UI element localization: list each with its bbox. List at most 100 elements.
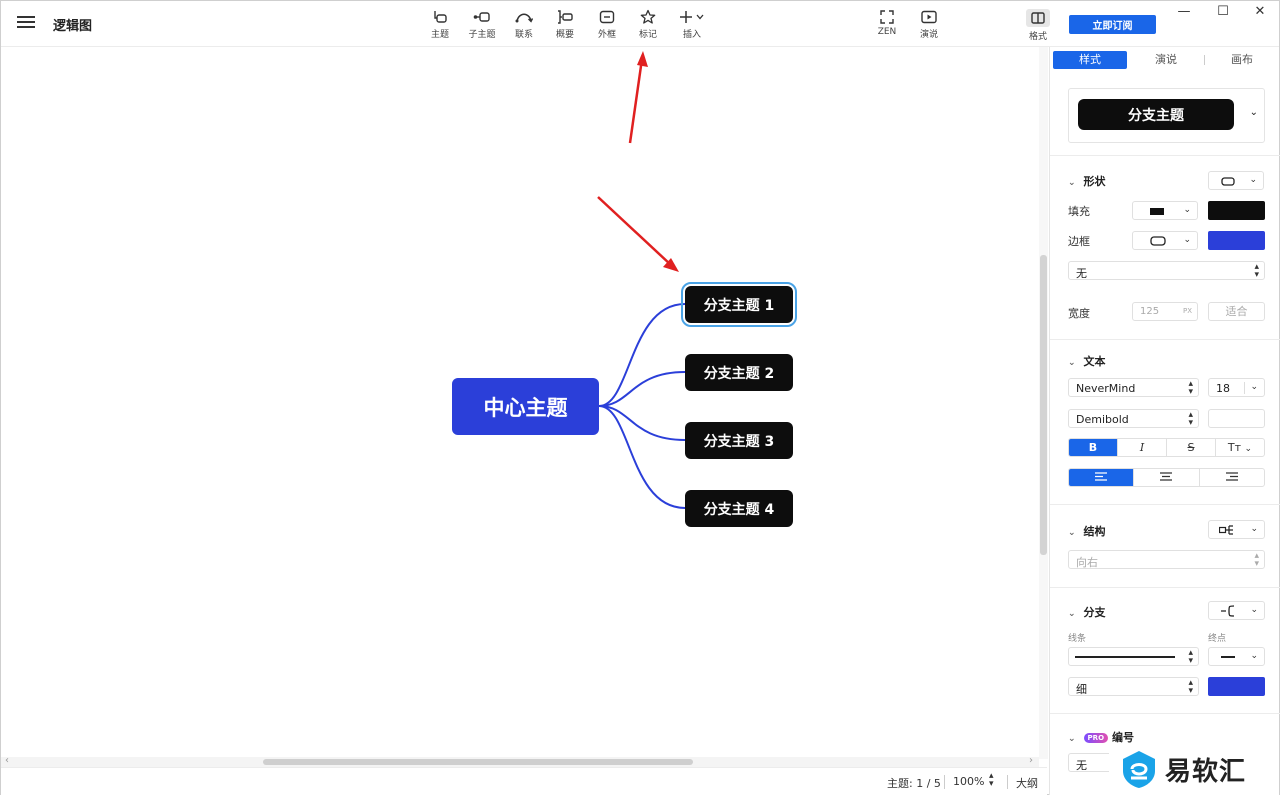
divider [1050,504,1280,505]
document-title: 逻辑图 [53,19,93,34]
stepper-icon: ▴ ▾ [1254,551,1259,569]
branch-end-select[interactable]: ⌄ [1208,647,1265,666]
toolbar-subtopic-button[interactable]: 子主题 [462,9,502,40]
branch-topic-2[interactable]: 分支主题 2 [685,354,793,391]
branch-topic-3[interactable]: 分支主题 3 [685,422,793,459]
divider [1050,587,1280,588]
zoom-stepper-icon[interactable]: ▴ ▾ [989,772,994,789]
zen-label: ZEN [877,27,897,37]
chevron-down-icon[interactable]: ⌄ [1250,107,1258,118]
mindmap-canvas[interactable]: 中心主题 分支主题 1 分支主题 2 分支主题 3 分支主题 4 [1,47,1039,759]
bold-button[interactable]: B [1069,439,1118,456]
branch-section-header[interactable]: ⌄ 分支 [1068,604,1106,620]
scroll-left-arrow-icon[interactable]: ‹ [5,755,9,766]
toolbar-summary-button[interactable]: 概要 [545,9,585,40]
fill-color-swatch[interactable] [1208,201,1265,220]
chevron-down-icon: ⌄ [1068,178,1076,188]
align-right-icon [1225,472,1238,481]
toolbar-relationship-label: 联系 [514,30,533,40]
chevron-down-icon: ⌄ [1250,382,1258,392]
border-style-select[interactable]: ⌄ [1132,231,1198,250]
branch-connector-1 [598,303,686,407]
solid-fill-icon [1150,208,1164,215]
fill-style-select[interactable]: ⌄ [1132,201,1198,220]
font-size-select[interactable]: 18 ⌄ [1208,378,1265,397]
align-left-icon [1095,472,1108,481]
toolbar-boundary-label: 外框 [597,30,616,40]
format-label: 格式 [1028,32,1047,42]
structure-right-icon [1219,525,1233,535]
panel-tabs: 样式 演说 画布 [1053,51,1277,71]
summary-icon [545,9,585,25]
subscribe-button[interactable]: 立即订阅 [1069,15,1156,34]
align-center-button[interactable] [1134,469,1200,486]
toolbar-topic-button[interactable]: 主题 [420,9,460,40]
close-icon[interactable]: ✕ [1245,3,1275,21]
toolbar-insert-button[interactable]: 插入 [672,9,712,40]
annotation-arrow-down [597,196,679,272]
branch-color-swatch[interactable] [1208,677,1265,696]
branch-thickness-select[interactable]: 细 ▴ ▾ [1068,677,1199,696]
outline-button[interactable]: 大纲 [1016,775,1038,791]
strikethrough-button[interactable]: S [1167,439,1216,456]
toolbar-insert-label: 插入 [682,30,701,40]
toolbar-relationship-button[interactable]: 联系 [504,9,544,40]
border-color-swatch[interactable] [1208,231,1265,250]
app-window: 逻辑图 主题 子主题 联系 概要 外框 标记 插入 ZEN 演说 格式 立即订阅… [0,0,1280,795]
align-right-button[interactable] [1200,469,1264,486]
structure-direction-select[interactable]: 向右 ▴ ▾ [1068,550,1265,569]
text-style-group: B I S Tт ⌄ [1068,438,1265,457]
toolbar-marker-button[interactable]: 标记 [628,9,668,40]
vertical-scrollbar[interactable] [1039,47,1048,759]
font-weight-select[interactable]: Demibold ▴ ▾ [1068,409,1199,428]
shape-select[interactable]: ⌄ [1208,171,1264,190]
toolbar-boundary-button[interactable]: 外框 [587,9,627,40]
branch-style-select[interactable]: ⌄ [1208,601,1265,620]
chevron-down-icon: ⌄ [1183,235,1191,245]
scroll-right-arrow-icon[interactable]: › [1029,755,1033,766]
topic-style-preview[interactable]: 分支主题 ⌄ [1068,88,1265,143]
status-bar: 主题: 1 / 5 100% ▴ ▾ 大纲 [1,767,1047,795]
status-divider [1007,775,1008,789]
zen-mode-button[interactable]: ZEN [867,9,907,37]
italic-button[interactable]: I [1118,439,1167,456]
tab-present[interactable]: 演说 [1129,51,1203,69]
width-input[interactable]: 125 PX [1132,302,1198,321]
tab-style[interactable]: 样式 [1053,51,1127,69]
horizontal-scroll-thumb[interactable] [263,759,693,765]
chevron-down-icon: ⌄ [1068,609,1076,619]
chevron-down-icon: ⌄ [1068,358,1076,368]
text-color-swatch[interactable] [1208,409,1265,428]
structure-select[interactable]: ⌄ [1208,520,1265,539]
rounded-rect-icon [1221,177,1235,186]
central-topic[interactable]: 中心主题 [452,378,599,435]
stepper-icon: ▴ ▾ [1188,379,1193,397]
branch-topic-4[interactable]: 分支主题 4 [685,490,793,527]
shape-section-header[interactable]: ⌄ 形状 [1068,173,1106,189]
end-style-preview [1221,656,1235,658]
watermark-text: 易软汇 [1165,757,1247,787]
vertical-scroll-thumb[interactable] [1040,255,1047,555]
text-section-header[interactable]: ⌄ 文本 [1068,353,1106,369]
rounded-rect-icon [1150,236,1166,246]
play-icon [909,9,949,25]
zoom-level[interactable]: 100% [953,775,984,788]
topic-icon [420,9,460,25]
branch-line-select[interactable]: ▴ ▾ [1068,647,1199,666]
font-family-select[interactable]: NeverMind ▴ ▾ [1068,378,1199,397]
present-button[interactable]: 演说 [909,9,949,40]
width-label: 宽度 [1068,307,1090,320]
border-line-select[interactable]: 无 ▴ ▾ [1068,261,1265,280]
horizontal-scrollbar[interactable]: ‹ › [1,755,1039,767]
menu-icon[interactable] [17,14,35,32]
format-panel-toggle[interactable]: 格式 [1023,9,1053,42]
branch-topic-1[interactable]: 分支主题 1 [681,282,797,327]
tab-canvas[interactable]: 画布 [1205,51,1279,69]
branch-connector-3 [598,405,686,441]
maximize-icon[interactable]: ☐ [1208,3,1238,21]
align-left-button[interactable] [1069,469,1135,486]
text-case-button[interactable]: Tт ⌄ [1216,439,1264,456]
fit-width-button[interactable]: 适合 [1208,302,1265,321]
minimize-icon[interactable]: — [1169,3,1199,21]
structure-section-header[interactable]: ⌄ 结构 [1068,523,1106,539]
